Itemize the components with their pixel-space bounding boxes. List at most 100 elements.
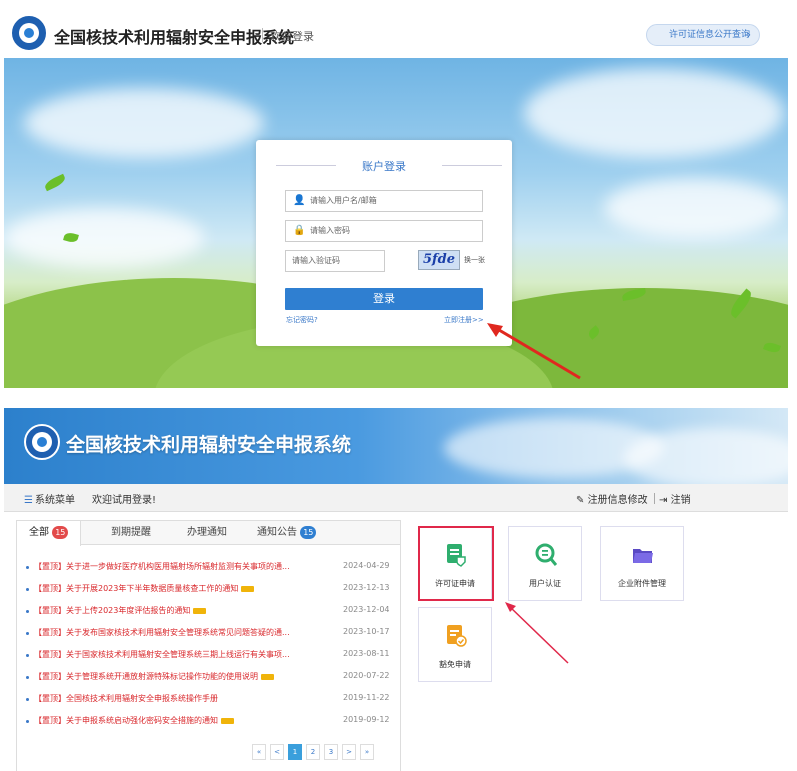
- notice-row[interactable]: 【置顶】关于申报系统启动强化密码安全措施的通知 2019-09-12: [26, 715, 390, 729]
- user-verify-card[interactable]: 用户认证: [508, 526, 582, 601]
- notice-date: 2023-08-11: [343, 649, 390, 658]
- bullet-dot: [26, 610, 29, 613]
- header-divider: [262, 28, 263, 42]
- system-menu-button[interactable]: ☰ 系统菜单: [24, 491, 75, 506]
- notice-row[interactable]: 【置顶】关于开展2023年下半年数据质量核查工作的通知 2023-12-13: [26, 583, 390, 597]
- tab-processing-notice[interactable]: 办理通知: [187, 521, 227, 545]
- top-menubar: ☰ 系统菜单 欢迎试用登录! ✎ 注册信息修改 ⇥ 注销: [4, 484, 788, 512]
- notice-row[interactable]: 【置顶】全国核技术利用辐射安全申报系统操作手册 2019-11-22: [26, 693, 390, 707]
- new-badge-icon: [221, 717, 234, 724]
- notice-title-text: 【置顶】关于发布国家核技术利用辐射安全管理系统常见问题答疑的通...: [34, 628, 290, 637]
- notice-title-text: 【置顶】关于国家核技术利用辐射安全管理系统三期上线运行有关事项...: [34, 650, 290, 659]
- page-button[interactable]: >: [342, 744, 356, 760]
- bullet-dot: [26, 698, 29, 701]
- user-verify-icon: [535, 543, 557, 566]
- username-input[interactable]: 👤 请输入用户名/邮箱: [285, 190, 483, 212]
- user-icon: 👤: [293, 195, 306, 206]
- page-button[interactable]: «: [252, 744, 266, 760]
- notice-title-text: 【置顶】关于申报系统启动强化密码安全措施的通知: [34, 716, 218, 725]
- tab-label: 全部: [29, 527, 49, 538]
- notice-title-text: 【置顶】全国核技术利用辐射安全申报系统操作手册: [34, 694, 218, 703]
- notice-title[interactable]: 【置顶】关于国家核技术利用辐射安全管理系统三期上线运行有关事项...: [34, 649, 310, 660]
- count-badge: 15: [300, 525, 317, 539]
- menubar-divider: [654, 493, 655, 504]
- notice-title[interactable]: 【置顶】全国核技术利用辐射安全申报系统操作手册: [34, 693, 310, 704]
- login-button[interactable]: 登录: [285, 288, 483, 310]
- notice-row[interactable]: 【置顶】关于发布国家核技术利用辐射安全管理系统常见问题答疑的通... 2023-1…: [26, 627, 390, 641]
- tab-announcements[interactable]: 通知公告 15: [257, 521, 317, 545]
- welcome-message: 欢迎试用登录!: [92, 495, 157, 506]
- notice-title[interactable]: 【置顶】关于上传2023年度评估报告的通知: [34, 605, 310, 616]
- system-menu-label: 系统菜单: [34, 495, 75, 506]
- page-button[interactable]: 3: [324, 744, 338, 760]
- notice-title[interactable]: 【置顶】关于申报系统启动强化密码安全措施的通知: [34, 715, 310, 726]
- captcha-placeholder: 请输入验证码: [292, 256, 340, 265]
- folder-icon: [633, 549, 653, 563]
- notice-panel: 全部 15 到期提醒 办理通知 通知公告 15: [16, 520, 401, 771]
- dashboard-banner: 全国核技术利用辐射安全申报系统: [4, 408, 788, 484]
- refresh-captcha-link[interactable]: 换一张: [464, 255, 485, 265]
- logout-label: 注销: [670, 495, 691, 506]
- bullet-dot: [26, 720, 29, 723]
- logout-icon: ⇥: [659, 495, 668, 506]
- notice-date: 2019-09-12: [343, 715, 390, 724]
- count-badge: 15: [52, 525, 69, 539]
- dashboard-title: 全国核技术利用辐射安全申报系统: [66, 434, 352, 456]
- attachment-manage-card[interactable]: 企业附件管理: [600, 526, 684, 601]
- notice-title[interactable]: 【置顶】关于管理系统开通放射源特殊标记操作功能的使用说明: [34, 671, 310, 682]
- notice-row[interactable]: 【置顶】关于进一步做好医疗机构医用辐射场所辐射监测有关事项的通... 2024-0…: [26, 561, 390, 575]
- notice-title[interactable]: 【置顶】关于发布国家核技术利用辐射安全管理系统常见问题答疑的通...: [34, 627, 310, 638]
- notice-title-text: 【置顶】关于上传2023年度评估报告的通知: [34, 606, 191, 615]
- notice-title-text: 【置顶】关于开展2023年下半年数据质量核查工作的通知: [34, 584, 239, 593]
- new-badge-icon: [261, 673, 274, 680]
- notice-date: 2020-07-22: [343, 671, 390, 680]
- login-heading: 账户登录: [256, 158, 512, 174]
- license-query-label: 许可证信息公开查询: [669, 30, 751, 40]
- notice-title[interactable]: 【置顶】关于开展2023年下半年数据质量核查工作的通知: [34, 583, 310, 594]
- page-button[interactable]: 2: [306, 744, 320, 760]
- notice-date: 2019-11-22: [343, 693, 390, 702]
- notice-row[interactable]: 【置顶】关于国家核技术利用辐射安全管理系统三期上线运行有关事项... 2023-0…: [26, 649, 390, 663]
- page-button[interactable]: 1: [288, 744, 302, 760]
- notice-date: 2024-04-29: [343, 561, 390, 570]
- welcome-text: 欢迎登录: [270, 30, 314, 43]
- notice-title-text: 【置顶】关于管理系统开通放射源特殊标记操作功能的使用说明: [34, 672, 258, 681]
- notice-date: 2023-10-17: [343, 627, 390, 636]
- password-placeholder: 请输入密码: [310, 226, 350, 235]
- logout-link[interactable]: ⇥ 注销: [659, 491, 691, 506]
- bullet-dot: [26, 588, 29, 591]
- user-verify-label: 用户认证: [529, 579, 561, 588]
- captcha-input[interactable]: 请输入验证码: [285, 250, 385, 272]
- notice-date: 2023-12-04: [343, 605, 390, 614]
- notice-row[interactable]: 【置顶】关于管理系统开通放射源特殊标记操作功能的使用说明 2020-07-22: [26, 671, 390, 685]
- arrow-head-license-card: [505, 602, 516, 612]
- edit-registration-link[interactable]: ✎ 注册信息修改: [576, 491, 648, 506]
- notice-title[interactable]: 【置顶】关于进一步做好医疗机构医用辐射场所辐射监测有关事项的通...: [34, 561, 310, 572]
- new-badge-icon: [193, 607, 207, 614]
- tab-expiry-reminder[interactable]: 到期提醒: [111, 521, 151, 545]
- menu-list-icon: ☰: [24, 495, 33, 506]
- mee-logo-icon: [12, 16, 46, 50]
- attachment-manage-label: 企业附件管理: [618, 579, 666, 588]
- forgot-password-link[interactable]: 忘记密码?: [286, 315, 318, 325]
- edit-registration-label: 注册信息修改: [587, 495, 648, 506]
- password-input[interactable]: 🔒 请输入密码: [285, 220, 483, 242]
- bullet-dot: [26, 676, 29, 679]
- bullet-dot: [26, 566, 29, 569]
- bullet-dot: [26, 654, 29, 657]
- notice-row[interactable]: 【置顶】关于上传2023年度评估报告的通知 2023-12-04: [26, 605, 390, 619]
- arrow-to-license-card: [508, 605, 569, 664]
- page-button[interactable]: »: [360, 744, 374, 760]
- tab-label: 通知公告: [257, 527, 297, 538]
- exemption-apply-card[interactable]: 豁免申请: [418, 607, 492, 682]
- login-header: 全国核技术利用辐射安全申报系统 欢迎登录 许可证信息公开查询 ›: [4, 10, 788, 58]
- license-query-button[interactable]: 许可证信息公开查询 ›: [646, 24, 760, 46]
- register-link[interactable]: 立即注册>>: [444, 315, 484, 325]
- page-button[interactable]: <: [270, 744, 284, 760]
- captcha-image[interactable]: 5fde: [418, 250, 460, 270]
- tab-all[interactable]: 全部 15: [17, 521, 82, 546]
- notice-date: 2023-12-13: [343, 583, 390, 592]
- pencil-icon: ✎: [576, 495, 585, 506]
- exemption-doc-icon: [447, 625, 467, 647]
- bullet-dot: [26, 632, 29, 635]
